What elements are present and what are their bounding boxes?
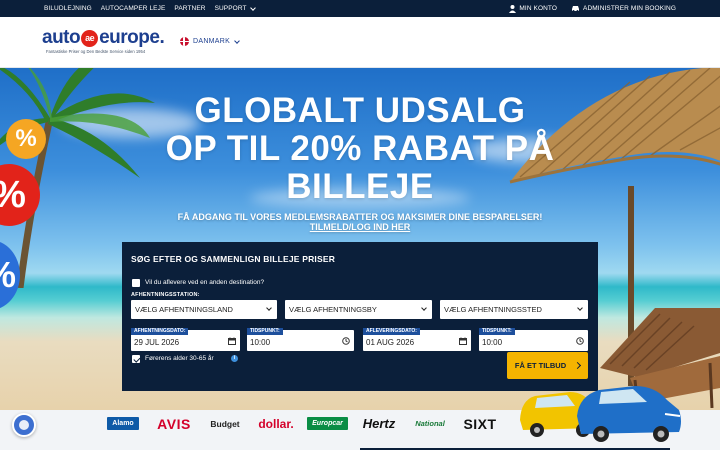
brand-logo-national: National	[415, 419, 445, 428]
dropoff-time-field[interactable]: TIDSPUNKT: 10:00	[479, 328, 588, 351]
user-icon	[509, 4, 517, 13]
percent-sign: %	[0, 174, 26, 216]
my-account-label: MIN KONTO	[519, 5, 558, 12]
calendar-icon	[459, 337, 467, 345]
brand-logo-hertz: Hertz	[362, 416, 396, 431]
pickup-country-select[interactable]: VÆLG AFHENTNINGSLAND	[131, 300, 277, 319]
hero-headline-line: BILLEJE	[286, 167, 434, 206]
chevron-down-icon	[266, 305, 272, 311]
clock-icon	[576, 337, 584, 345]
pickup-date-label: AFHENTNINGSDATO:	[131, 328, 189, 335]
hero-subheadline-line: FÅ ADGANG TIL VORES MEDLEMSRABATTER OG M…	[177, 212, 543, 222]
logo-ae-mark: ae	[81, 29, 99, 47]
brand-logo-sixt: SIXT	[463, 415, 497, 432]
country-selector[interactable]: DANMARK	[180, 37, 240, 46]
logo-tagline: Fantastiske Priser og Den Bedste Service…	[46, 49, 146, 54]
chevron-down-icon	[249, 4, 256, 11]
pickup-time-label: TIDSPUNKT:	[247, 328, 283, 335]
denmark-flag-icon	[180, 37, 189, 46]
account-nav: MIN KONTO ADMINISTRER MIN BOOKING	[509, 0, 676, 17]
cookie-settings-button[interactable]	[12, 413, 36, 437]
clock-icon	[342, 337, 350, 345]
hero-headline-line: GLOBALT UDSALG	[194, 91, 526, 130]
info-icon[interactable]: i	[231, 355, 238, 362]
pickup-date-value: 29 JUL 2026	[134, 338, 180, 347]
driver-age-label: Førerens alder 30-65 år	[145, 355, 214, 362]
discount-badge: %	[6, 119, 46, 159]
nav-link-car-rental[interactable]: BILUDLEJNING	[44, 5, 92, 12]
driver-age-checkbox[interactable]	[132, 355, 140, 363]
nav-link-partner[interactable]: PARTNER	[174, 5, 205, 12]
nav-link-support[interactable]: SUPPORT	[214, 4, 256, 12]
brand-logo-budget: Budget	[210, 418, 240, 429]
pickup-city-select[interactable]: VÆLG AFHENTNINGSBY	[285, 300, 432, 319]
logo-text-auto: auto	[42, 27, 81, 48]
cars-illustration	[520, 386, 681, 442]
pickup-city-value: VÆLG AFHENTNINGSBY	[289, 305, 377, 314]
percent-sign: %	[0, 254, 16, 295]
manage-booking-link[interactable]: ADMINISTRER MIN BOOKING	[571, 5, 676, 12]
logo-text-europe: europe.	[99, 27, 165, 48]
top-bar: BILUDLEJNING AUTOCAMPER LEJE PARTNER SUP…	[0, 0, 720, 17]
brand-logo-dollar: dollar.	[258, 416, 294, 431]
signup-login-link[interactable]: TILMELD/LOG IND HER	[150, 222, 570, 232]
different-dropoff-checkbox[interactable]	[132, 279, 140, 287]
search-form-title: SØG EFTER OG SAMMENLIGN BILLEJE PRISER	[131, 254, 336, 264]
pickup-date-field[interactable]: AFHENTNINGSDATO: 29 JUL 2026	[131, 328, 240, 351]
brand-logo-alamo: Alamo	[107, 417, 139, 430]
car-icon	[572, 6, 580, 12]
hero-headline-line: OP TIL 20% RABAT PÅ	[165, 129, 555, 168]
dropoff-date-field[interactable]: AFLEVERINGSDATO: 01 AUG 2026	[363, 328, 471, 351]
pickup-time-value: 10:00	[250, 338, 271, 347]
hero-subheadline: FÅ ADGANG TIL VORES MEDLEMSRABATTER OG M…	[150, 212, 570, 232]
pickup-time-field[interactable]: TIDSPUNKT: 10:00	[247, 328, 354, 351]
dropoff-time-value: 10:00	[482, 338, 503, 347]
brand-logo-avis: AVIS	[157, 415, 191, 432]
manage-booking-label: ADMINISTRER MIN BOOKING	[583, 5, 676, 12]
pickup-station-label: AFHENTNINGSSTATION:	[131, 292, 200, 298]
auto-europe-logo[interactable]: auto ae europe. Fantastiske Priser og De…	[42, 27, 167, 59]
calendar-icon	[228, 337, 236, 345]
dropoff-date-value: 01 AUG 2026	[366, 338, 415, 347]
country-label: DANMARK	[193, 38, 231, 45]
cookie-icon	[19, 420, 29, 430]
nav-link-motorhome-rental[interactable]: AUTOCAMPER LEJE	[101, 5, 166, 12]
brand-logo-europcar: Europcar	[307, 417, 348, 430]
dropoff-date-label: AFLEVERINGSDATO:	[363, 328, 420, 335]
logo-wordmark: auto ae europe.	[42, 27, 165, 49]
pickup-location-select[interactable]: VÆLG AFHENTNINGSSTED	[440, 300, 588, 319]
different-dropoff-label: Vil du aflevere ved en anden destination…	[145, 279, 265, 286]
car-search-form: SØG EFTER OG SAMMENLIGN BILLEJE PRISER V…	[122, 242, 598, 391]
hero-headline: GLOBALT UDSALG OP TIL 20% RABAT PÅ BILLE…	[120, 92, 600, 206]
top-nav: BILUDLEJNING AUTOCAMPER LEJE PARTNER SUP…	[44, 0, 256, 17]
chevron-down-icon	[234, 37, 240, 44]
site-header: auto ae europe. Fantastiske Priser og De…	[0, 17, 720, 68]
dropoff-time-label: TIDSPUNKT:	[479, 328, 515, 335]
support-label: SUPPORT	[214, 5, 247, 12]
pickup-location-value: VÆLG AFHENTNINGSSTED	[444, 305, 542, 314]
pickup-country-value: VÆLG AFHENTNINGSLAND	[135, 305, 233, 314]
percent-sign: %	[15, 125, 37, 152]
chevron-down-icon	[421, 305, 427, 311]
chevron-down-icon	[577, 305, 583, 311]
get-quote-label: FÅ ET TILBUD	[514, 361, 567, 370]
my-account-link[interactable]: MIN KONTO	[509, 4, 558, 13]
chevron-right-icon	[574, 361, 582, 370]
